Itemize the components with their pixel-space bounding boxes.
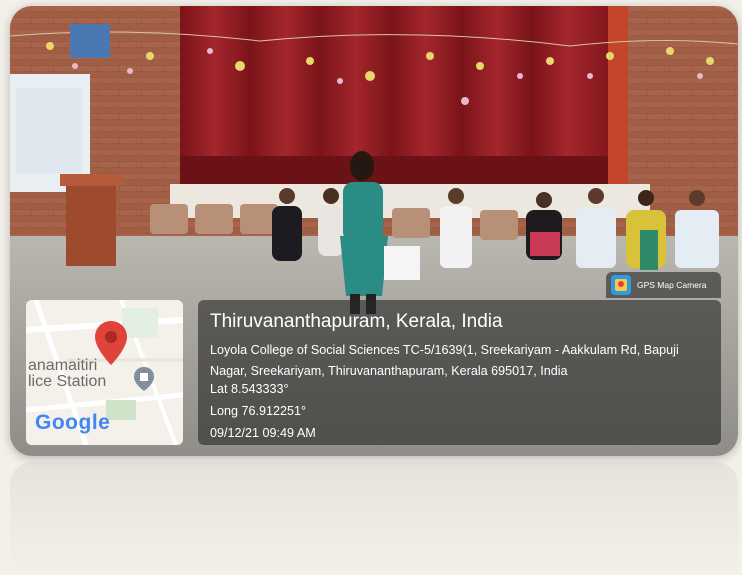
location-address: Loyola College of Social Sciences TC-5/1… bbox=[210, 343, 679, 378]
gps-badge-label: GPS Map Camera bbox=[637, 280, 707, 290]
google-logo: Google bbox=[35, 411, 111, 434]
location-longitude: Long 76.912251° bbox=[210, 404, 307, 418]
map-thumbnail: anamaitiri lice Station Google bbox=[26, 300, 183, 445]
gps-map-camera-badge: GPS Map Camera bbox=[606, 272, 721, 298]
reflection-floor bbox=[10, 462, 738, 575]
map-pin-icon bbox=[94, 320, 128, 371]
location-info-panel: Thiruvananthapuram, Kerala, India Loyola… bbox=[198, 300, 721, 445]
photo-reflection-inner bbox=[10, 462, 738, 575]
geotagged-photo: GPS Map Camera anamaitiri lice Station G… bbox=[10, 6, 738, 456]
location-latitude: Lat 8.543333° bbox=[210, 382, 289, 396]
location-city: Thiruvananthapuram, Kerala, India bbox=[210, 311, 503, 332]
location-timestamp: 09/12/21 09:49 AM bbox=[210, 426, 316, 440]
police-station-icon bbox=[132, 366, 156, 397]
map-label-line2: lice Station bbox=[28, 373, 107, 390]
photo-reflection bbox=[10, 462, 738, 575]
gps-map-camera-icon bbox=[611, 275, 631, 295]
